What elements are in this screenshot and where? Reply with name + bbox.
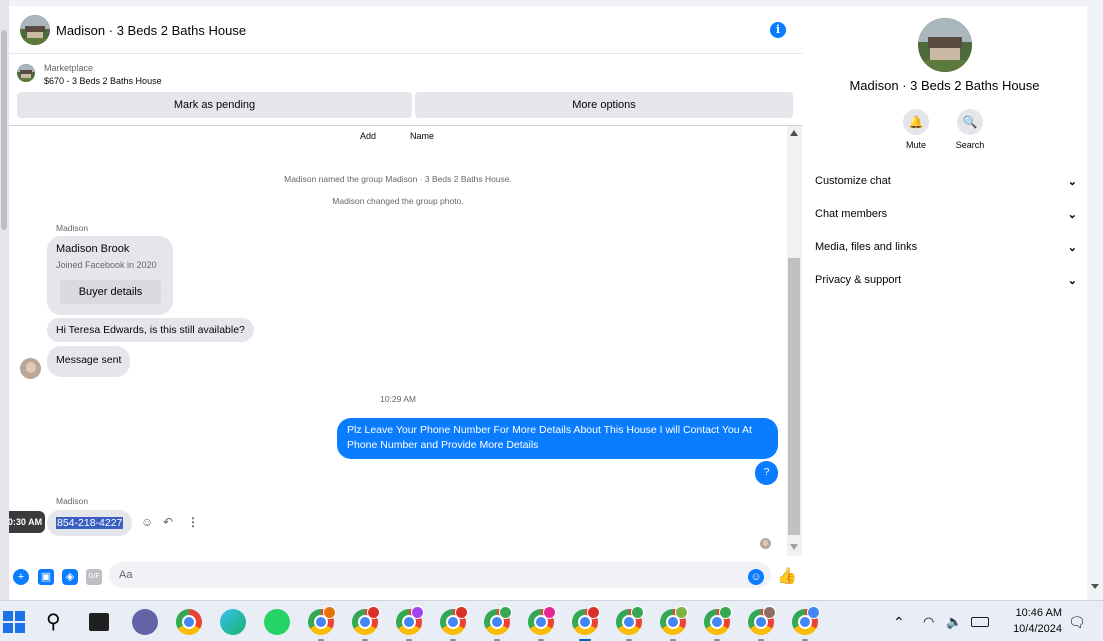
chevron-down-icon: ⌄ [1067, 209, 1077, 221]
details-title: Madison · 3 Beds 2 Baths House [849, 78, 1040, 93]
listing-thumbnail[interactable] [17, 64, 35, 82]
marketplace-bar: Marketplace $670 - 3 Beds 2 Baths House … [9, 54, 802, 126]
chrome-profile-icon[interactable] [308, 606, 336, 641]
mute-label[interactable]: Mute [891, 140, 941, 150]
details-panel: Madison · 3 Beds 2 Baths House 🔔 Mute 🔍 … [802, 6, 1087, 600]
sticker-icon[interactable]: ◈ [62, 569, 78, 585]
timestamp: 10:29 AM [380, 394, 416, 404]
more-icon[interactable]: ⋮ [187, 515, 199, 529]
notification-icon[interactable]: 🗨 [1068, 609, 1094, 635]
system-message: Madison changed the group photo. [332, 196, 464, 206]
composer: + ▣ ◈ GIF ☺ 👍 [9, 556, 802, 600]
sender-name: Madison [56, 496, 89, 506]
chrome-profile-icon[interactable] [792, 606, 820, 641]
chevron-up-icon[interactable]: ⌃ [893, 609, 919, 635]
system-message: Madison named the group Madison · 3 Beds… [284, 174, 512, 184]
group-avatar[interactable] [20, 15, 50, 45]
scroll-thumb[interactable] [788, 258, 800, 535]
mark-pending-button[interactable]: Mark as pending [17, 92, 412, 118]
phone-number[interactable]: 854-218-4227 [56, 517, 124, 529]
buyer-name: Madison Brook [56, 243, 130, 255]
add-label[interactable]: Add [360, 131, 376, 141]
react-icon[interactable]: ☺ [141, 515, 153, 529]
search-label[interactable]: Search [945, 140, 995, 150]
emoji-icon[interactable]: ☺ [748, 569, 764, 585]
incoming-message: Message sent [47, 346, 131, 377]
reply-icon[interactable]: ↶ [163, 515, 173, 529]
section-media-files-links[interactable]: Media, files and links ⌄ [815, 241, 1077, 261]
chrome-profile-icon[interactable] [748, 606, 776, 641]
teams-icon[interactable] [132, 609, 158, 635]
plus-icon[interactable]: + [13, 569, 29, 585]
scroll-up-icon[interactable] [790, 130, 798, 136]
scroll-down-icon[interactable] [1091, 584, 1099, 589]
name-label[interactable]: Name [410, 131, 434, 141]
chevron-down-icon: ⌄ [1067, 275, 1077, 287]
section-label: Chat members [815, 208, 888, 220]
search-icon[interactable]: ⚲ [46, 609, 72, 635]
windows-start-icon[interactable] [3, 611, 25, 633]
gif-icon[interactable]: GIF [86, 569, 102, 585]
chrome-profile-icon[interactable] [352, 606, 380, 641]
chat-title[interactable]: Madison · 3 Beds 2 Baths House [56, 23, 246, 38]
message-input[interactable] [109, 562, 771, 588]
bell-icon[interactable]: 🔔 [903, 109, 929, 135]
buyer-card: Madison Brook Joined Facebook in 2020 Bu… [47, 236, 173, 315]
message-list: Add Name Madison named the group Madison… [9, 126, 787, 556]
marketplace-label: Marketplace [44, 63, 94, 73]
scroll-thumb[interactable] [1, 30, 7, 230]
chrome-profile-icon[interactable] [440, 606, 468, 641]
taskbar: ⚲ ⌃ ◠ 🔈 10:46 AM 10/4/2024 🗨 [0, 600, 1103, 641]
edge-icon[interactable] [220, 609, 246, 635]
like-icon[interactable]: 👍 [777, 569, 797, 585]
task-view-icon[interactable] [89, 613, 109, 631]
app: Madison · 3 Beds 2 Baths House i Marketp… [0, 0, 1103, 641]
volume-icon[interactable]: 🔈 [946, 609, 972, 635]
section-label: Customize chat [815, 175, 891, 187]
sender-name: Madison [56, 223, 89, 233]
chrome-profile-icon[interactable] [660, 606, 688, 641]
buyer-joined: Joined Facebook in 2020 [56, 260, 157, 270]
chevron-down-icon: ⌄ [1067, 242, 1077, 254]
page-scrollbar[interactable] [1087, 6, 1103, 600]
sender-avatar[interactable] [20, 358, 41, 379]
buyer-details-button[interactable]: Buyer details [60, 280, 161, 304]
search-icon[interactable]: 🔍 [957, 109, 983, 135]
section-privacy-support[interactable]: Privacy & support ⌄ [815, 274, 1077, 294]
chat-header: Madison · 3 Beds 2 Baths House i [9, 6, 802, 54]
outgoing-message: ? [755, 461, 778, 485]
chevron-down-icon: ⌄ [1067, 176, 1077, 188]
clock-date[interactable]: 10/4/2024 [996, 623, 1062, 635]
chrome-profile-icon[interactable] [396, 606, 424, 641]
seen-avatar [760, 538, 771, 549]
message-scrollbar[interactable] [787, 126, 802, 556]
chrome-profile-icon[interactable] [484, 606, 512, 641]
scroll-down-icon[interactable] [790, 544, 798, 550]
section-label: Privacy & support [815, 274, 902, 286]
chrome-profile-icon-active[interactable] [572, 606, 600, 641]
outgoing-message: Plz Leave Your Phone Number For More Det… [337, 418, 778, 459]
section-chat-members[interactable]: Chat members ⌄ [815, 208, 1077, 228]
details-avatar[interactable] [918, 18, 972, 72]
info-icon[interactable]: i [770, 22, 786, 38]
chrome-profile-icon[interactable] [616, 606, 644, 641]
phone-message[interactable]: 854-218-4227 [47, 510, 133, 536]
chrome-profile-icon[interactable] [704, 606, 732, 641]
listing-title[interactable]: $670 - 3 Beds 2 Baths House [44, 76, 162, 86]
battery-icon[interactable] [971, 617, 989, 627]
section-label: Media, files and links [815, 241, 918, 253]
section-customize-chat[interactable]: Customize chat ⌄ [815, 175, 1077, 195]
whatsapp-icon[interactable] [264, 609, 290, 635]
clock-time[interactable]: 10:46 AM [1000, 607, 1062, 619]
time-tooltip: 10:30 AM [9, 511, 45, 533]
more-options-button[interactable]: More options [415, 92, 793, 118]
chat-panel: Madison · 3 Beds 2 Baths House i Marketp… [9, 6, 802, 600]
incoming-message: Hi Teresa Edwards, is this still availab… [47, 318, 254, 342]
left-scrollbar[interactable] [0, 0, 9, 600]
chrome-icon[interactable] [176, 609, 202, 635]
chrome-profile-icon[interactable] [528, 606, 556, 641]
image-icon[interactable]: ▣ [38, 569, 54, 585]
